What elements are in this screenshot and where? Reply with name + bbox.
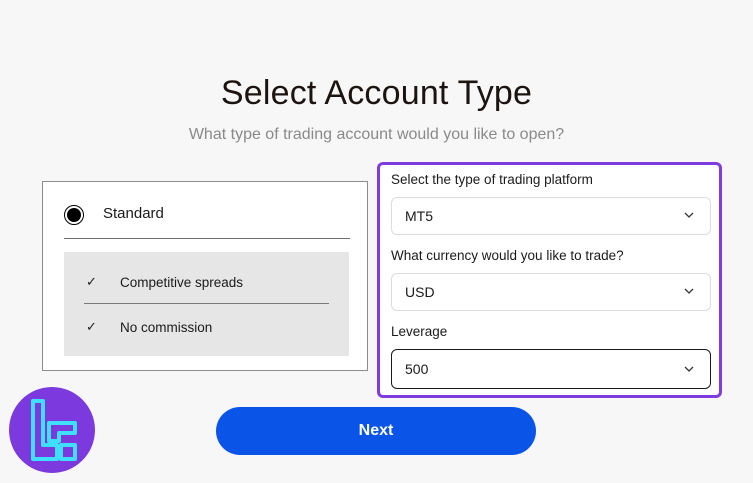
currency-select[interactable]: USD xyxy=(391,273,711,311)
next-button[interactable]: Next xyxy=(216,407,536,455)
platform-select[interactable]: MT5 xyxy=(391,197,711,235)
chevron-down-icon xyxy=(684,366,694,372)
page-title: Select Account Type xyxy=(220,74,533,112)
currency-label: What currency would you like to trade? xyxy=(391,248,624,263)
platform-settings-panel: Select the type of trading platform MT5 … xyxy=(377,162,722,398)
leverage-label: Leverage xyxy=(391,324,448,339)
radio-selected-icon[interactable] xyxy=(64,205,84,225)
platform-label: Select the type of trading platform xyxy=(391,172,593,187)
features-list: ✓ Competitive spreads ✓ No commission xyxy=(64,252,349,356)
feature-item: ✓ No commission xyxy=(84,306,329,348)
chevron-down-icon xyxy=(684,212,694,218)
account-option-label: Standard xyxy=(103,205,164,222)
currency-select-value: USD xyxy=(405,284,435,300)
platform-select-value: MT5 xyxy=(405,208,433,224)
feature-label: Competitive spreads xyxy=(120,274,244,290)
feature-item: ✓ Competitive spreads xyxy=(84,261,329,304)
check-icon: ✓ xyxy=(86,319,97,334)
account-option-standard[interactable]: Standard xyxy=(64,202,350,239)
brand-logo-icon xyxy=(31,399,77,461)
account-type-card: Standard ✓ Competitive spreads ✓ No comm… xyxy=(42,181,368,371)
feature-label: No commission xyxy=(120,319,213,335)
check-icon: ✓ xyxy=(86,274,97,289)
leverage-select-value: 500 xyxy=(405,361,429,377)
page-subtitle: What type of trading account would you l… xyxy=(188,126,565,143)
leverage-select[interactable]: 500 xyxy=(391,349,711,389)
brand-logo xyxy=(9,387,95,473)
chevron-down-icon xyxy=(684,288,694,294)
